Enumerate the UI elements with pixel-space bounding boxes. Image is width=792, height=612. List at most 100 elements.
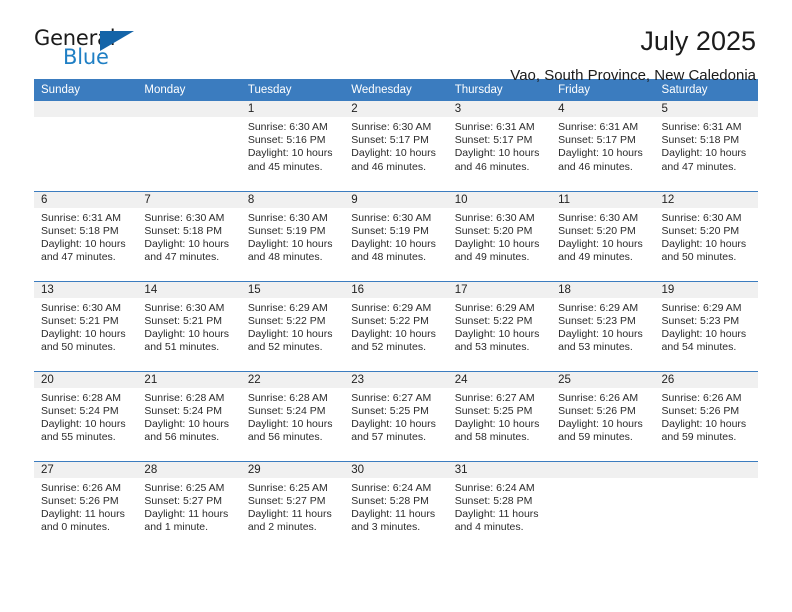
day-number: 11 — [551, 191, 655, 208]
calendar-day-cell[interactable]: 30 Sunrise: 6:24 AM Sunset: 5:28 PM Dayligh… — [344, 461, 448, 552]
day-number: 29 — [240, 461, 345, 478]
calendar-body: 1 Sunrise: 6:30 AM Sunset: 5:16 PM Daylight… — [34, 101, 758, 551]
daylight-text-line1: Daylight: 11 hours — [144, 507, 229, 520]
calendar-day-cell[interactable]: 6 Sunrise: 6:31 AM Sunset: 5:18 PM Daylight… — [34, 191, 138, 281]
day-number: 13 — [34, 281, 138, 298]
daylight-text-line1: Daylight: 11 hours — [454, 507, 539, 520]
daylight-text-line2: and 0 minutes. — [41, 521, 110, 534]
sunset-text: Sunset: 5:22 PM — [247, 314, 326, 327]
day-number — [34, 101, 138, 117]
day-number: 24 — [447, 371, 552, 388]
day-number: 15 — [240, 281, 345, 298]
sunset-text: Sunset: 5:21 PM — [144, 314, 223, 327]
calendar-day-cell[interactable]: 16 Sunrise: 6:29 AM Sunset: 5:22 PM Dayligh… — [344, 281, 448, 371]
day-details: Sunrise: 6:31 AM Sunset: 5:18 PM Daylight:… — [655, 117, 758, 174]
daylight-text-line1: Daylight: 10 hours — [661, 327, 747, 340]
calendar-day-cell[interactable]: 26 Sunrise: 6:26 AM Sunset: 5:26 PM Dayligh… — [654, 371, 758, 461]
day-number: 28 — [137, 461, 241, 478]
day-details: Sunrise: 6:24 AM Sunset: 5:28 PM Daylight:… — [344, 478, 447, 535]
weekday-header-sunday: Sunday — [34, 79, 138, 101]
day-number: 12 — [654, 191, 758, 208]
calendar-day-cell[interactable]: 29 Sunrise: 6:25 AM Sunset: 5:27 PM Dayligh… — [240, 461, 345, 552]
calendar-day-cell[interactable]: 23 Sunrise: 6:27 AM Sunset: 5:25 PM Dayligh… — [344, 371, 448, 461]
calendar-day-cell[interactable]: 20 Sunrise: 6:28 AM Sunset: 5:24 PM Dayligh… — [34, 371, 138, 461]
day-details: Sunrise: 6:27 AM Sunset: 5:25 PM Daylight:… — [448, 388, 551, 445]
sunrise-text: Sunrise: 6:31 AM — [661, 121, 742, 133]
calendar-page: General Blue July 2025 Vao, South Provin… — [0, 0, 792, 612]
daylight-text-line2: and 50 minutes. — [661, 251, 737, 264]
calendar-day-cell[interactable]: 5 Sunrise: 6:31 AM Sunset: 5:18 PM Daylight… — [654, 101, 758, 191]
calendar-day-cell[interactable]: 8 Sunrise: 6:30 AM Sunset: 5:19 PM Daylight… — [240, 191, 345, 281]
sunset-text: Sunset: 5:28 PM — [351, 494, 429, 507]
day-number: 30 — [344, 461, 448, 478]
day-number: 14 — [137, 281, 241, 298]
day-number: 4 — [551, 101, 655, 117]
day-number: 21 — [137, 371, 241, 388]
daylight-text-line1: Daylight: 10 hours — [454, 147, 540, 160]
day-number: 7 — [137, 191, 241, 208]
calendar-day-cell[interactable]: 11 Sunrise: 6:30 AM Sunset: 5:20 PM Dayligh… — [551, 191, 655, 281]
day-number: 23 — [344, 371, 448, 388]
sunrise-text: Sunrise: 6:30 AM — [41, 301, 121, 314]
calendar-day-cell[interactable]: 31 Sunrise: 6:24 AM Sunset: 5:28 PM Dayligh… — [447, 461, 552, 552]
sunrise-text: Sunrise: 6:30 AM — [247, 121, 328, 133]
calendar-day-cell[interactable]: 27 Sunrise: 6:26 AM Sunset: 5:26 PM Dayligh… — [34, 461, 138, 552]
calendar-day-cell[interactable]: 14 Sunrise: 6:30 AM Sunset: 5:21 PM Dayligh… — [137, 281, 241, 371]
calendar-day-cell[interactable]: 1 Sunrise: 6:30 AM Sunset: 5:16 PM Daylight… — [240, 101, 345, 191]
sunset-text: Sunset: 5:17 PM — [454, 134, 533, 147]
calendar-day-cell[interactable]: 15 Sunrise: 6:29 AM Sunset: 5:22 PM Dayligh… — [240, 281, 345, 371]
daylight-text-line1: Daylight: 10 hours — [247, 327, 333, 340]
calendar-day-cell[interactable]: 25 Sunrise: 6:26 AM Sunset: 5:26 PM Dayligh… — [551, 371, 655, 461]
calendar-day-cell[interactable]: 17 Sunrise: 6:29 AM Sunset: 5:22 PM Dayligh… — [447, 281, 552, 371]
sunset-text: Sunset: 5:20 PM — [661, 224, 740, 237]
daylight-text-line2: and 46 minutes. — [454, 160, 530, 173]
sunset-text: Sunset: 5:24 PM — [144, 404, 223, 417]
calendar-day-cell[interactable]: 13 Sunrise: 6:30 AM Sunset: 5:21 PM Dayligh… — [34, 281, 138, 371]
calendar-day-cell[interactable]: 10 Sunrise: 6:30 AM Sunset: 5:20 PM Dayligh… — [447, 191, 552, 281]
daylight-text-line1: Daylight: 10 hours — [351, 327, 436, 340]
daylight-text-line2: and 52 minutes. — [351, 341, 426, 354]
daylight-text-line1: Daylight: 11 hours — [247, 507, 332, 520]
calendar-day-cell[interactable]: 2 Sunrise: 6:30 AM Sunset: 5:17 PM Daylight… — [344, 101, 448, 191]
calendar-day-cell[interactable]: 21 Sunrise: 6:28 AM Sunset: 5:24 PM Dayligh… — [137, 371, 241, 461]
general-blue-logo: General Blue — [34, 26, 142, 74]
sunset-text: Sunset: 5:24 PM — [247, 404, 326, 417]
calendar-day-cell[interactable]: 12 Sunrise: 6:30 AM Sunset: 5:20 PM Dayligh… — [654, 191, 758, 281]
calendar-day-cell[interactable]: 9 Sunrise: 6:30 AM Sunset: 5:19 PM Daylight… — [344, 191, 448, 281]
sunset-text: Sunset: 5:19 PM — [351, 224, 429, 237]
daylight-text-line2: and 49 minutes. — [558, 251, 633, 264]
calendar-day-cell[interactable]: 7 Sunrise: 6:30 AM Sunset: 5:18 PM Daylight… — [137, 191, 241, 281]
calendar-day-cell[interactable]: 3 Sunrise: 6:31 AM Sunset: 5:17 PM Daylight… — [447, 101, 552, 191]
day-number — [654, 461, 758, 478]
sunset-text: Sunset: 5:23 PM — [558, 314, 636, 327]
sunset-text: Sunset: 5:18 PM — [41, 224, 119, 237]
calendar-day-cell[interactable]: 4 Sunrise: 6:31 AM Sunset: 5:17 PM Daylight… — [551, 101, 655, 191]
daylight-text-line1: Daylight: 10 hours — [558, 147, 643, 160]
sunset-text: Sunset: 5:25 PM — [351, 404, 429, 417]
daylight-text-line1: Daylight: 10 hours — [247, 417, 333, 430]
daylight-text-line1: Daylight: 10 hours — [454, 237, 540, 250]
sunrise-text: Sunrise: 6:30 AM — [558, 211, 639, 224]
calendar-day-cell[interactable]: 24 Sunrise: 6:27 AM Sunset: 5:25 PM Dayligh… — [447, 371, 552, 461]
day-number — [551, 461, 655, 478]
page-title: July 2025 — [640, 26, 756, 56]
calendar-day-cell[interactable]: 28 Sunrise: 6:25 AM Sunset: 5:27 PM Dayligh… — [137, 461, 241, 552]
calendar-day-cell[interactable]: 19 Sunrise: 6:29 AM Sunset: 5:23 PM Dayligh… — [654, 281, 758, 371]
day-details: Sunrise: 6:29 AM Sunset: 5:22 PM Daylight:… — [344, 298, 447, 355]
day-details: Sunrise: 6:30 AM Sunset: 5:20 PM Daylight:… — [655, 208, 758, 265]
sunrise-text: Sunrise: 6:28 AM — [247, 391, 328, 404]
calendar-day-cell[interactable]: 22 Sunrise: 6:28 AM Sunset: 5:24 PM Dayligh… — [240, 371, 345, 461]
daylight-text-line2: and 48 minutes. — [247, 251, 323, 264]
day-details: Sunrise: 6:30 AM Sunset: 5:18 PM Daylight:… — [137, 208, 240, 265]
sunset-text: Sunset: 5:17 PM — [351, 134, 429, 147]
daylight-text-line2: and 46 minutes. — [558, 160, 633, 173]
sunset-text: Sunset: 5:17 PM — [558, 134, 636, 147]
day-number: 2 — [344, 101, 448, 117]
sunrise-text: Sunrise: 6:27 AM — [454, 391, 535, 404]
sunrise-text: Sunrise: 6:31 AM — [454, 121, 535, 133]
calendar-day-cell[interactable]: 18 Sunrise: 6:29 AM Sunset: 5:23 PM Dayligh… — [551, 281, 655, 371]
daylight-text-line1: Daylight: 10 hours — [351, 237, 436, 250]
day-details: Sunrise: 6:30 AM Sunset: 5:19 PM Daylight:… — [241, 208, 344, 265]
day-details: Sunrise: 6:29 AM Sunset: 5:23 PM Daylight:… — [655, 298, 758, 355]
day-details: Sunrise: 6:30 AM Sunset: 5:21 PM Daylight:… — [34, 298, 137, 355]
